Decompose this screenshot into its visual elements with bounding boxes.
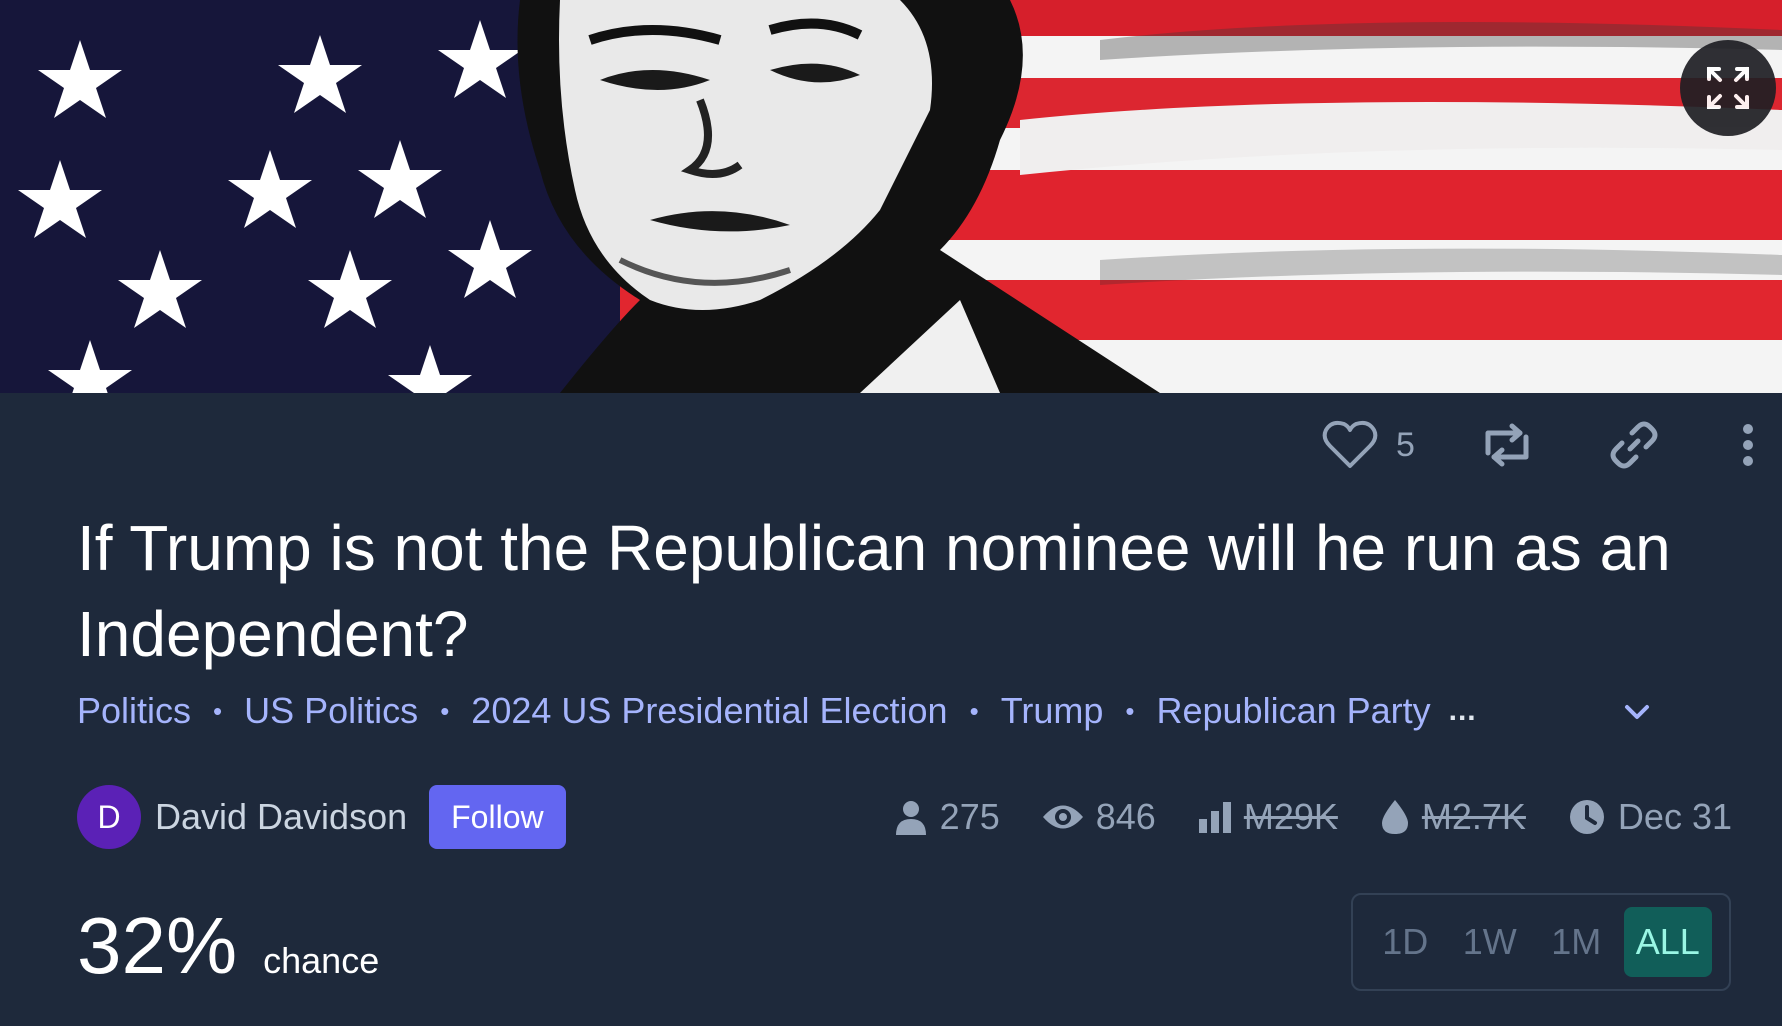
probability-value: 32% — [77, 901, 238, 990]
liquidity-stat[interactable]: M2.7K — [1380, 796, 1526, 838]
volume-stat[interactable]: M29K — [1198, 796, 1338, 838]
expand-icon — [1707, 67, 1749, 109]
banner-illustration — [0, 0, 1782, 393]
chevron-down-icon — [1625, 705, 1649, 719]
topic-tags: Politics • US Politics • 2024 US Preside… — [77, 688, 1477, 734]
creator-name[interactable]: David Davidson — [155, 796, 407, 838]
time-range-selector: 1D 1W 1M ALL — [1351, 893, 1731, 991]
tag-separator: • — [969, 695, 979, 726]
banner-image — [0, 0, 1782, 393]
tag-trump[interactable]: Trump — [1001, 690, 1104, 732]
eye-icon — [1042, 805, 1083, 829]
market-title: If Trump is not the Republican nominee w… — [77, 512, 1671, 670]
traders-count: 275 — [939, 796, 1000, 837]
like-count: 5 — [1396, 425, 1415, 464]
volume-value: M29K — [1243, 796, 1338, 837]
tag-separator: • — [440, 695, 450, 726]
market-actions: 5 — [0, 410, 1782, 480]
probability-display: 32% chance — [77, 900, 379, 992]
copy-link-button[interactable] — [1610, 410, 1658, 480]
bar-chart-icon — [1198, 802, 1231, 833]
views-stat[interactable]: 846 — [1042, 796, 1156, 838]
more-tags-indicator[interactable]: ... — [1449, 694, 1477, 728]
tag-republican-party[interactable]: Republican Party — [1156, 690, 1430, 732]
like-button[interactable]: 5 — [1322, 410, 1415, 480]
link-icon — [1610, 421, 1658, 469]
clock-icon — [1569, 800, 1604, 834]
more-options-button[interactable] — [1738, 410, 1758, 480]
traders-stat[interactable]: 275 — [894, 796, 1000, 838]
droplet-icon — [1381, 800, 1408, 834]
range-1m-button[interactable]: 1M — [1539, 907, 1613, 977]
range-1d-button[interactable]: 1D — [1370, 907, 1440, 977]
expand-tags-button[interactable] — [1622, 700, 1652, 729]
creator-info: D David Davidson Follow — [77, 785, 566, 849]
range-all-button[interactable]: ALL — [1623, 907, 1712, 977]
market-stats: 275 846 M29K M2.7K Dec 31 — [852, 785, 1732, 849]
avatar[interactable]: D — [77, 785, 141, 849]
probability-label: chance — [263, 940, 380, 981]
tag-separator: • — [213, 695, 223, 726]
repost-button[interactable] — [1480, 410, 1534, 480]
close-date-stat[interactable]: Dec 31 — [1568, 796, 1732, 838]
heart-icon — [1322, 420, 1378, 468]
repost-icon — [1485, 423, 1529, 467]
close-date: Dec 31 — [1617, 796, 1732, 837]
market-page: 5 If Trump is not the Republican nominee… — [0, 0, 1782, 1026]
tag-2024-election[interactable]: 2024 US Presidential Election — [471, 690, 947, 732]
views-count: 846 — [1095, 796, 1156, 837]
expand-image-button[interactable] — [1680, 40, 1776, 136]
user-icon — [895, 801, 926, 835]
vertical-dots-icon — [1743, 424, 1753, 466]
range-1w-button[interactable]: 1W — [1451, 907, 1529, 977]
tag-us-politics[interactable]: US Politics — [244, 690, 418, 732]
tag-politics[interactable]: Politics — [77, 690, 191, 732]
tag-separator: • — [1125, 695, 1135, 726]
liquidity-value: M2.7K — [1421, 796, 1526, 837]
follow-button[interactable]: Follow — [429, 785, 566, 849]
